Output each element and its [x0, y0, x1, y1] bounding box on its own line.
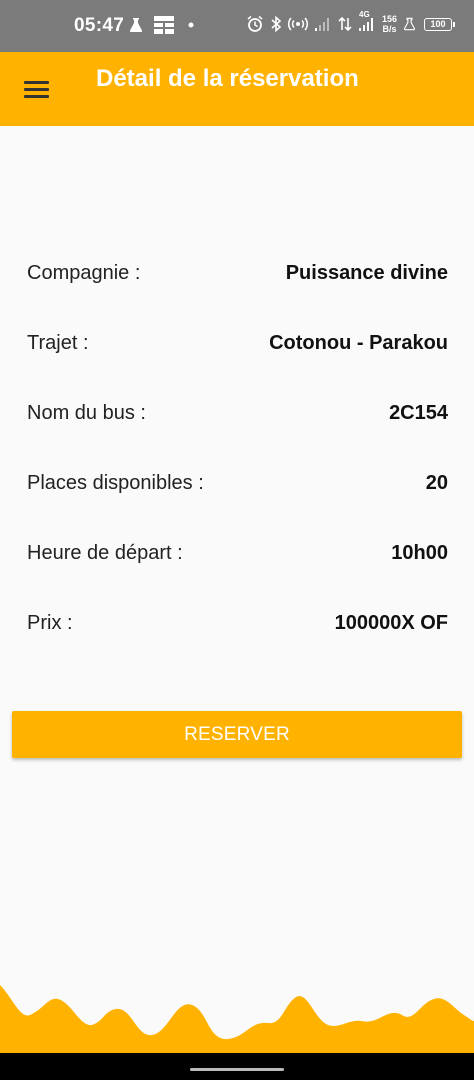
- reservation-details: Compagnie : Puissance divine Trajet : Co…: [27, 240, 448, 660]
- app-bar: Détail de la réservation: [0, 52, 474, 126]
- battery-indicator: 100: [424, 17, 456, 31]
- data-transfer-icon: [338, 16, 352, 32]
- decorative-wave: [0, 985, 474, 1053]
- status-bar: 05:47 4G 156 B/s 100: [0, 0, 474, 52]
- flask-icon: [128, 17, 144, 33]
- network-speed: 156 B/s: [382, 14, 397, 34]
- network-speed-unit: B/s: [382, 24, 397, 34]
- detail-row-heure-de-depart: Heure de départ : 10h00: [27, 520, 448, 590]
- reserve-button[interactable]: RESERVER: [12, 711, 462, 758]
- signal-icon: [314, 16, 332, 32]
- detail-value: 2C154: [389, 402, 448, 424]
- detail-label: Nom du bus :: [27, 402, 146, 424]
- alarm-icon: [246, 15, 264, 33]
- detail-value: 20: [425, 472, 448, 494]
- hotspot-icon: [288, 16, 308, 32]
- detail-row-places-disponibles: Places disponibles : 20: [27, 450, 448, 520]
- status-time: 05:47: [74, 15, 125, 36]
- detail-value: 100000X OF: [334, 612, 448, 634]
- detail-row-trajet: Trajet : Cotonou - Parakou: [27, 310, 448, 380]
- page-title: Détail de la réservation: [96, 65, 359, 92]
- hamburger-menu-icon[interactable]: [24, 79, 50, 99]
- detail-label: Compagnie :: [27, 262, 141, 284]
- detail-label: Places disponibles :: [27, 472, 204, 494]
- detail-label: Prix :: [27, 612, 73, 634]
- detail-value: 10h00: [391, 542, 448, 564]
- notification-dot-icon: [184, 18, 198, 32]
- grid-app-icon: [154, 16, 174, 34]
- detail-row-prix: Prix : 100000X OF: [27, 590, 448, 660]
- detail-label: Heure de départ :: [27, 542, 183, 564]
- detail-label: Trajet :: [27, 332, 89, 354]
- home-gesture-handle[interactable]: [190, 1068, 284, 1071]
- bluetooth-icon: [270, 15, 282, 33]
- network-type-label: 4G: [359, 10, 370, 19]
- flask-icon: [403, 17, 416, 31]
- system-navigation-bar: [0, 1053, 474, 1080]
- network-speed-value: 156: [382, 14, 398, 24]
- detail-value: Puissance divine: [285, 262, 448, 284]
- signal-4g-icon: 4G: [358, 10, 376, 32]
- detail-row-nom-du-bus: Nom du bus : 2C154: [27, 380, 448, 450]
- detail-value: Cotonou - Parakou: [269, 332, 448, 354]
- detail-row-compagnie: Compagnie : Puissance divine: [27, 240, 448, 310]
